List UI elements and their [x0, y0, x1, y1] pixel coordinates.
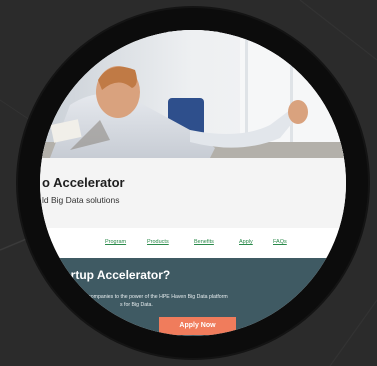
- nav-link-apply[interactable]: Apply: [239, 239, 253, 245]
- section-nav: Program Products Benefits Apply FAQs: [40, 228, 346, 258]
- band-text-line-1: y stage companies to the power of the HP…: [70, 294, 228, 300]
- nav-link-faqs[interactable]: FAQs: [273, 239, 287, 245]
- hero-title-section: o Accelerator ld Big Data solutions: [40, 158, 346, 228]
- nav-link-products[interactable]: Products: [147, 239, 169, 245]
- hero-subtitle: ld Big Data solutions: [42, 195, 120, 205]
- band-title: artup Accelerator?: [64, 268, 171, 282]
- magnifier-lens-view: o Accelerator ld Big Data solutions Prog…: [40, 30, 346, 336]
- hero-photo: [40, 30, 346, 158]
- nav-link-benefits[interactable]: Benefits: [194, 239, 214, 245]
- band-text-line-2: s for Big Data.: [120, 302, 153, 308]
- hero-title: o Accelerator: [42, 175, 125, 190]
- accelerator-band: artup Accelerator? y stage companies to …: [40, 258, 346, 336]
- hero-image: [40, 30, 346, 158]
- apply-now-button[interactable]: Apply Now: [159, 317, 236, 335]
- nav-link-program[interactable]: Program: [105, 239, 126, 245]
- band-description: y stage companies to the power of the HP…: [70, 293, 228, 309]
